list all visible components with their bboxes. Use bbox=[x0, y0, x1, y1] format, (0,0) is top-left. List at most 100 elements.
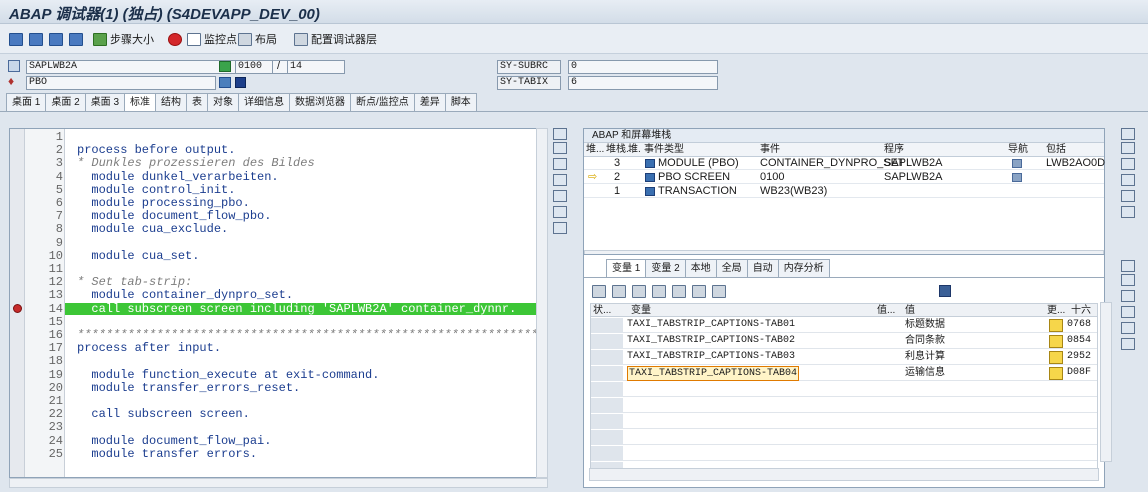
stop-button[interactable] bbox=[168, 31, 182, 47]
vars-col-header[interactable]: 值 bbox=[905, 304, 915, 317]
code-line[interactable]: 25 module transfer errors. bbox=[25, 448, 540, 460]
code-line[interactable]: 9 bbox=[25, 237, 540, 249]
code-line[interactable]: 2 process before output. bbox=[25, 144, 540, 156]
hierarchy-icon[interactable] bbox=[672, 285, 686, 298]
services-icon[interactable] bbox=[1121, 338, 1135, 350]
code-line[interactable]: 16 **************************************… bbox=[25, 329, 540, 341]
code-line[interactable]: 12 * Set tab-strip: bbox=[25, 276, 540, 288]
code-line[interactable]: 15 bbox=[25, 316, 540, 328]
swap-icon[interactable] bbox=[553, 158, 567, 170]
stack-row[interactable]: ⇨ 2 PBO SCREEN 0100 SAPLWB2A bbox=[584, 171, 1104, 184]
variable-name[interactable]: TAXI_TABSTRIP_CAPTIONS-TAB04 bbox=[627, 366, 800, 381]
variable-row[interactable]: TAXI_TABSTRIP_CAPTIONS-TAB02 合同条款 0854 bbox=[591, 334, 1097, 349]
minimize-icon[interactable] bbox=[1121, 322, 1135, 334]
row-status-cell[interactable] bbox=[591, 350, 623, 365]
var-tab-4[interactable]: 全局 bbox=[715, 259, 748, 277]
tab-12[interactable]: 脚本 bbox=[444, 93, 477, 111]
new-tool-icon[interactable] bbox=[553, 142, 567, 154]
info-icon[interactable] bbox=[235, 77, 246, 88]
code-line[interactable]: 24 module document_flow_pai. bbox=[25, 435, 540, 447]
code-line[interactable]: 13 module container_dynpro_set. bbox=[25, 289, 540, 301]
code-line[interactable]: 11 bbox=[25, 263, 540, 275]
code-line[interactable]: 7 module document_flow_pbo. bbox=[25, 210, 540, 222]
code-line[interactable]: 6 module processing_pbo. bbox=[25, 197, 540, 209]
tab-8[interactable]: 详细信息 bbox=[238, 93, 291, 111]
tab-4[interactable]: 标准 bbox=[124, 93, 157, 111]
stack-col-header[interactable]: 堆. bbox=[628, 143, 641, 156]
code-line[interactable]: 23 bbox=[25, 421, 540, 433]
row-status-cell[interactable] bbox=[591, 382, 623, 397]
code-line[interactable]: 20 module transfer_errors_reset. bbox=[25, 382, 540, 394]
tab-10[interactable]: 断点/监控点 bbox=[350, 93, 415, 111]
code-line[interactable]: 8 module cua_exclude. bbox=[25, 223, 540, 235]
vars-col-header[interactable]: 值... bbox=[877, 304, 895, 317]
stack-row[interactable]: 1 TRANSACTION WB23(WB23) bbox=[584, 185, 1104, 198]
code-line[interactable]: 18 bbox=[25, 355, 540, 367]
vars-col-header[interactable]: 更... bbox=[1047, 304, 1065, 317]
layout-button[interactable]: 布局 bbox=[238, 31, 277, 47]
stack-col-header[interactable]: 包括 bbox=[1046, 143, 1066, 156]
navigate-icon[interactable] bbox=[1012, 173, 1022, 182]
vars-col-header[interactable]: 十六 bbox=[1071, 304, 1091, 317]
swap-icon[interactable] bbox=[1121, 290, 1135, 302]
var-tab-1[interactable]: 变量 1 bbox=[606, 259, 647, 277]
minimize-icon[interactable] bbox=[553, 190, 567, 202]
deselect-icon[interactable] bbox=[632, 285, 646, 298]
row-status-cell[interactable] bbox=[591, 334, 623, 349]
var-tab-3[interactable]: 本地 bbox=[684, 259, 717, 277]
configure-button[interactable]: 配置调试器层 bbox=[294, 31, 377, 47]
variable-name[interactable]: TAXI_TABSTRIP_CAPTIONS-TAB01 bbox=[627, 318, 795, 331]
tab-3[interactable]: 桌面 3 bbox=[84, 93, 126, 111]
breakpoint-icon[interactable] bbox=[13, 303, 22, 313]
code-line[interactable]: 3 * Dunkles prozessieren des Bildes bbox=[25, 157, 540, 169]
tab-6[interactable]: 表 bbox=[186, 93, 209, 111]
empty-row[interactable] bbox=[591, 398, 1097, 413]
new-tool-icon[interactable] bbox=[1121, 142, 1135, 154]
tab-7[interactable]: 对象 bbox=[207, 93, 240, 111]
row-status-cell[interactable] bbox=[591, 398, 623, 413]
swap-icon[interactable] bbox=[1121, 158, 1135, 170]
return-icon[interactable] bbox=[49, 32, 63, 46]
row-status-cell[interactable] bbox=[591, 366, 623, 381]
var-tab-2[interactable]: 变量 2 bbox=[645, 259, 686, 277]
variable-row[interactable]: TAXI_TABSTRIP_CAPTIONS-TAB01 标题数据 0768 bbox=[591, 318, 1097, 333]
variable-name[interactable]: TAXI_TABSTRIP_CAPTIONS-TAB03 bbox=[627, 350, 795, 363]
empty-row[interactable] bbox=[591, 430, 1097, 445]
code-line[interactable]: 10 module cua_set. bbox=[25, 250, 540, 262]
vars-col-header[interactable]: 状... bbox=[593, 304, 611, 317]
code-vscrollbar[interactable] bbox=[536, 128, 548, 478]
continue-icon[interactable] bbox=[69, 32, 83, 46]
edit-pencil-icon[interactable] bbox=[1049, 319, 1063, 332]
new-tool-icon[interactable] bbox=[1121, 274, 1135, 286]
variable-name[interactable]: TAXI_TABSTRIP_CAPTIONS-TAB02 bbox=[627, 334, 795, 347]
stack-col-header[interactable]: 堆... bbox=[586, 143, 604, 156]
row-status-cell[interactable] bbox=[591, 318, 623, 333]
tab-5[interactable]: 结构 bbox=[155, 93, 188, 111]
settings-icon[interactable] bbox=[553, 222, 567, 234]
minimize-icon[interactable] bbox=[1121, 190, 1135, 202]
close-icon[interactable] bbox=[553, 128, 567, 140]
row-status-cell[interactable] bbox=[591, 446, 623, 461]
tab-9[interactable]: 数据浏览器 bbox=[289, 93, 352, 111]
delete-icon[interactable] bbox=[592, 285, 606, 298]
vars-hscrollbar[interactable] bbox=[589, 468, 1099, 481]
edit-pencil-icon[interactable] bbox=[1049, 335, 1063, 348]
save-icon[interactable] bbox=[939, 285, 951, 297]
import-icon[interactable] bbox=[652, 285, 666, 298]
code-line[interactable]: 14 call subscreen screen including 'SAPL… bbox=[25, 302, 540, 315]
var-tab-5[interactable]: 自动 bbox=[746, 259, 779, 277]
maximize-icon[interactable] bbox=[1121, 306, 1135, 318]
move-icon[interactable] bbox=[692, 285, 706, 298]
empty-row[interactable] bbox=[591, 446, 1097, 461]
code-line[interactable]: 22 call subscreen screen. bbox=[25, 408, 540, 420]
code-line[interactable]: 1 bbox=[25, 131, 540, 143]
stack-row[interactable]: 3 MODULE (PBO) CONTAINER_DYNPRO_SET SAPLWB2… bbox=[584, 157, 1105, 170]
tab-2[interactable]: 桌面 2 bbox=[45, 93, 86, 111]
code-line[interactable]: 4 module dunkel_verarbeiten. bbox=[25, 171, 540, 183]
dynpro-nav-icon[interactable] bbox=[219, 61, 231, 72]
source-code-panel[interactable]: 1 2 process before output. 3 * Dunkles proze… bbox=[9, 128, 541, 478]
services-icon[interactable] bbox=[553, 206, 567, 218]
tab-1[interactable]: 桌面 1 bbox=[6, 93, 47, 111]
maximize-icon[interactable] bbox=[553, 174, 567, 186]
stack-col-header[interactable]: 事件类型 bbox=[644, 143, 684, 156]
